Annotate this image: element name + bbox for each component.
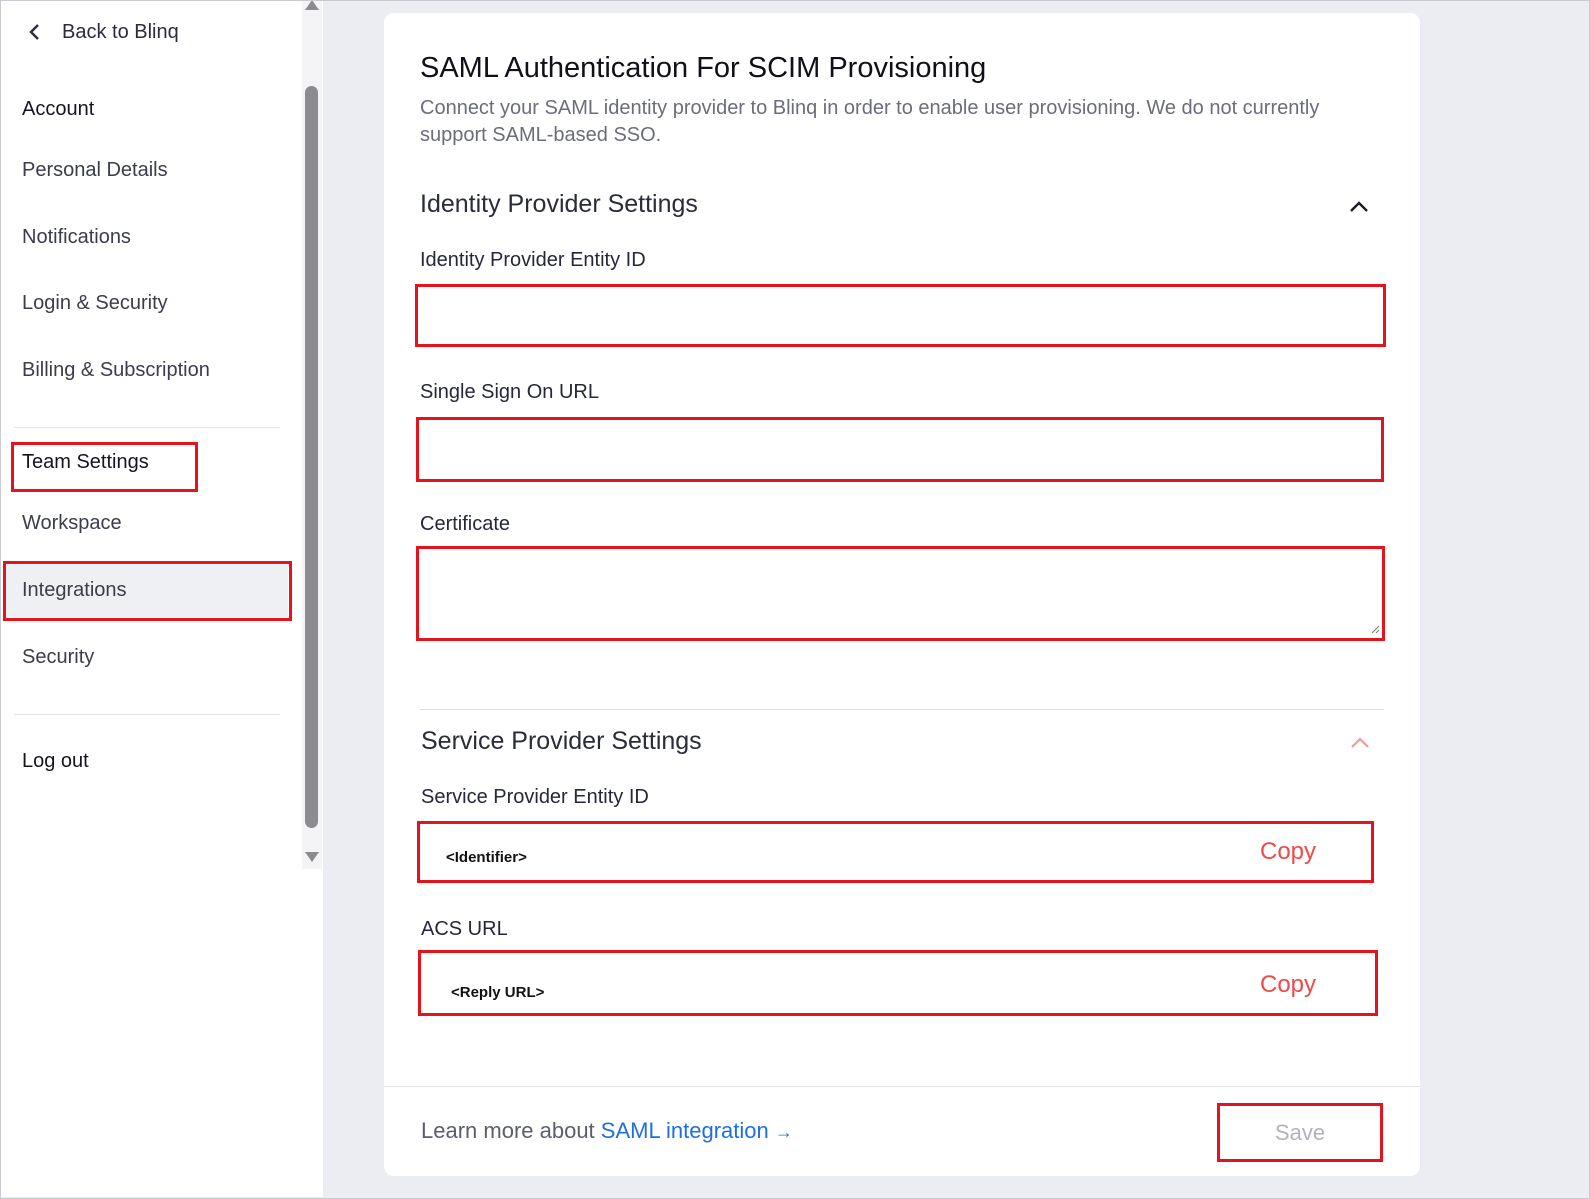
sidebar-item-notifications[interactable]: Notifications <box>22 226 131 249</box>
acs-url-field <box>418 950 1378 1016</box>
sidebar-item-billing-subscription[interactable]: Billing & Subscription <box>22 359 210 382</box>
chevron-left-icon <box>29 24 39 40</box>
idp-entity-id-label: Identity Provider Entity ID <box>420 249 646 271</box>
back-link-label: Back to Blinq <box>62 20 179 43</box>
team-settings-highlight <box>11 442 198 492</box>
scroll-thumb[interactable] <box>305 86 318 828</box>
sidebar-divider <box>14 427 280 428</box>
acs-url-label: ACS URL <box>421 918 508 940</box>
certificate-label: Certificate <box>420 513 511 535</box>
scroll-down-icon[interactable] <box>305 852 319 862</box>
account-heading: Account <box>22 98 95 120</box>
sidebar-item-personal-details[interactable]: Personal Details <box>22 159 168 182</box>
arrow-right-icon[interactable]: → <box>775 1122 793 1142</box>
chevron-up-icon[interactable] <box>1349 735 1371 749</box>
idp-section-heading: Identity Provider Settings <box>420 190 698 218</box>
section-divider <box>420 709 1384 710</box>
sp-entity-id-label: Service Provider Entity ID <box>421 786 649 808</box>
sidebar-item-security[interactable]: Security <box>22 646 94 669</box>
certificate-textarea[interactable] <box>416 546 1385 641</box>
sidebar-item-login-security[interactable]: Login & Security <box>22 292 168 315</box>
save-button[interactable]: Save <box>1217 1103 1383 1162</box>
copy-acs-url-button[interactable]: Copy <box>1260 971 1316 999</box>
acs-url-value: <Reply URL> <box>451 984 545 1001</box>
sp-entity-id-field <box>417 821 1374 883</box>
chevron-up-icon[interactable] <box>1348 199 1370 213</box>
logout-link[interactable]: Log out <box>22 750 89 773</box>
sp-entity-id-value: <Identifier> <box>446 849 527 866</box>
sidebar-divider <box>14 714 280 715</box>
footer-divider <box>384 1086 1420 1087</box>
page-description: Connect your SAML identity provider to B… <box>420 97 1320 146</box>
back-link[interactable]: Back to Blinq <box>28 16 179 48</box>
integrations-highlight <box>3 561 292 621</box>
idp-entity-id-input[interactable] <box>415 284 1386 347</box>
resize-grip-icon[interactable] <box>1370 624 1380 634</box>
sidebar-item-workspace[interactable]: Workspace <box>22 512 122 535</box>
learn-more-prefix: Learn more about <box>421 1118 601 1143</box>
sso-url-input[interactable] <box>416 417 1384 482</box>
page-title: SAML Authentication For SCIM Provisionin… <box>420 52 987 84</box>
learn-more: Learn more about SAML integration → <box>421 1118 793 1144</box>
copy-entity-id-button[interactable]: Copy <box>1260 838 1316 866</box>
scroll-up-icon[interactable] <box>305 0 319 10</box>
sp-section-heading: Service Provider Settings <box>421 727 702 755</box>
sso-url-label: Single Sign On URL <box>420 381 599 403</box>
saml-integration-link[interactable]: SAML integration <box>601 1118 769 1143</box>
